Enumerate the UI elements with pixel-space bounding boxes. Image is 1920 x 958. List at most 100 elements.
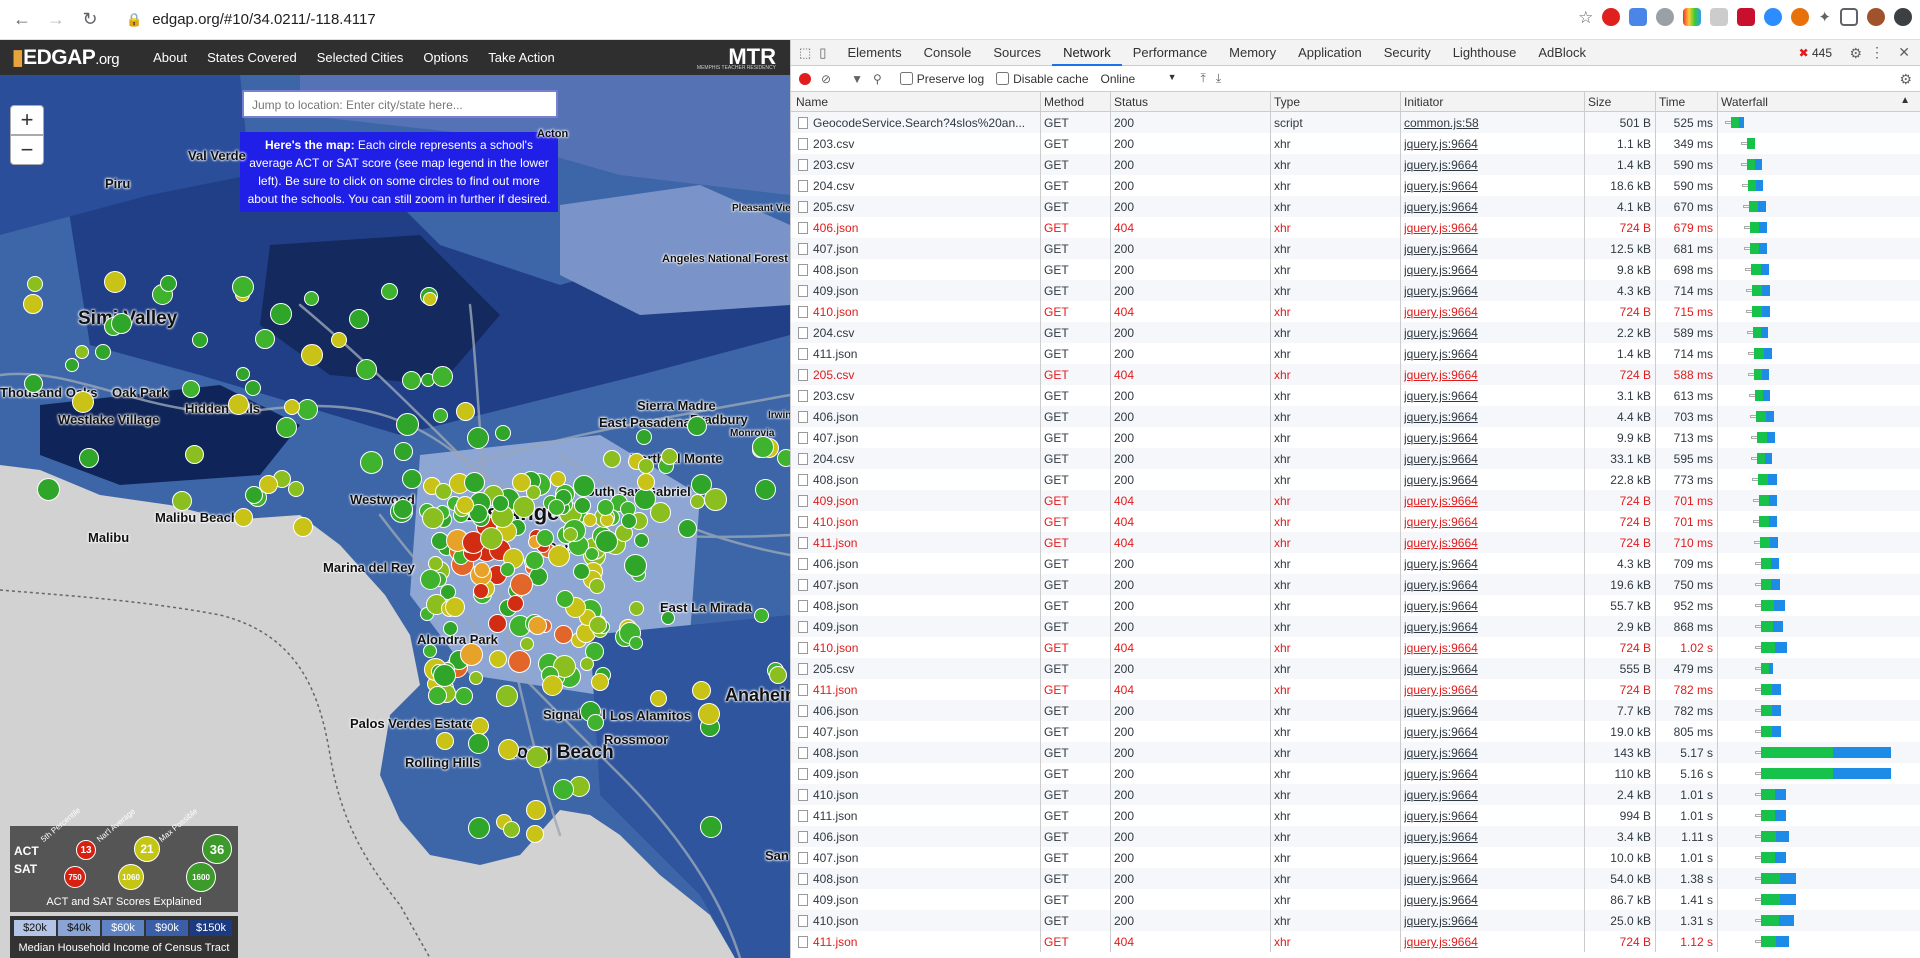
- table-row[interactable]: 406.json GET 200 xhr jquery.js:9664 3.4 kB 1.1…: [791, 826, 1920, 847]
- school-circle[interactable]: [488, 614, 507, 633]
- table-row[interactable]: 203.csv GET 200 xhr jquery.js:9664 1.4 kB 590 …: [791, 154, 1920, 175]
- column-divider[interactable]: [1717, 92, 1718, 112]
- school-circle[interactable]: [270, 303, 292, 325]
- cell-initiator[interactable]: jquery.js:9664: [1404, 704, 1580, 718]
- school-circle[interactable]: [704, 488, 727, 511]
- clear-icon[interactable]: ⊘: [821, 72, 831, 86]
- school-circle[interactable]: [234, 508, 253, 527]
- puzzle-icon[interactable]: ✦: [1818, 8, 1831, 28]
- school-circle[interactable]: [435, 483, 452, 500]
- menu-item-states-covered[interactable]: States Covered: [207, 50, 297, 65]
- table-row[interactable]: 411.json GET 404 xhr jquery.js:9664 724 B 782 …: [791, 679, 1920, 700]
- school-circle[interactable]: [548, 499, 565, 516]
- school-circle[interactable]: [360, 451, 383, 474]
- school-circle[interactable]: [492, 495, 509, 512]
- import-har-icon[interactable]: ⤒: [1201, 71, 1206, 86]
- cell-initiator[interactable]: jquery.js:9664: [1404, 221, 1580, 235]
- cell-initiator[interactable]: jquery.js:9664: [1404, 788, 1580, 802]
- school-circle[interactable]: [37, 478, 60, 501]
- cell-initiator[interactable]: jquery.js:9664: [1404, 242, 1580, 256]
- table-row[interactable]: 408.json GET 200 xhr jquery.js:9664 55.7 kB 95…: [791, 595, 1920, 616]
- reload-icon[interactable]: ↻: [78, 8, 102, 32]
- sort-ascending-icon[interactable]: ▲: [1900, 95, 1910, 106]
- school-circle[interactable]: [185, 445, 204, 464]
- search-icon[interactable]: ⚲: [873, 72, 882, 86]
- table-row[interactable]: 410.json GET 404 xhr jquery.js:9664 724 B 715 …: [791, 301, 1920, 322]
- school-circle[interactable]: [687, 416, 707, 436]
- table-row[interactable]: 409.json GET 200 xhr jquery.js:9664 86.7 kB 1.…: [791, 889, 1920, 910]
- school-circle[interactable]: [754, 608, 769, 623]
- menu-item-about[interactable]: About: [153, 50, 187, 65]
- cell-initiator[interactable]: jquery.js:9664: [1404, 851, 1580, 865]
- error-count[interactable]: ✖ 445: [1799, 46, 1832, 60]
- school-circle[interactable]: [624, 554, 647, 577]
- cell-initiator[interactable]: jquery.js:9664: [1404, 662, 1580, 676]
- cell-initiator[interactable]: jquery.js:9664: [1404, 536, 1580, 550]
- school-circle[interactable]: [467, 427, 489, 449]
- school-circle[interactable]: [550, 471, 566, 487]
- school-circle[interactable]: [507, 595, 524, 612]
- table-row[interactable]: 411.json GET 200 xhr jquery.js:9664 994 B 1.01…: [791, 805, 1920, 826]
- school-circle[interactable]: [456, 496, 474, 514]
- school-circle[interactable]: [394, 442, 413, 461]
- table-row[interactable]: 204.csv GET 200 xhr jquery.js:9664 2.2 kB 589 …: [791, 322, 1920, 343]
- school-circle[interactable]: [27, 276, 43, 292]
- menu-item-selected-cities[interactable]: Selected Cities: [317, 50, 404, 65]
- school-circle[interactable]: [297, 399, 318, 420]
- school-circle[interactable]: [433, 408, 448, 423]
- school-circle[interactable]: [520, 637, 534, 651]
- table-row[interactable]: 407.json GET 200 xhr jquery.js:9664 10.0 kB 1.…: [791, 847, 1920, 868]
- school-circle[interactable]: [423, 644, 437, 658]
- network-settings-icon[interactable]: ⚙: [1899, 71, 1912, 88]
- school-circle[interactable]: [526, 825, 544, 843]
- school-circle[interactable]: [111, 313, 132, 334]
- school-circle[interactable]: [591, 673, 609, 691]
- school-circle[interactable]: [650, 690, 667, 707]
- table-row[interactable]: 205.csv GET 200 xhr jquery.js:9664 555 B 479 m…: [791, 658, 1920, 679]
- table-row[interactable]: 205.csv GET 404 xhr jquery.js:9664 724 B 588 m…: [791, 364, 1920, 385]
- school-circle[interactable]: [160, 275, 177, 292]
- school-circle[interactable]: [422, 507, 444, 529]
- school-circle[interactable]: [526, 800, 546, 820]
- school-circle[interactable]: [293, 517, 313, 537]
- cell-initiator[interactable]: jquery.js:9664: [1404, 431, 1580, 445]
- legend-explained-link[interactable]: ACT and SAT Scores Explained: [10, 896, 238, 908]
- cell-initiator[interactable]: jquery.js:9664: [1404, 578, 1580, 592]
- cell-initiator[interactable]: jquery.js:9664: [1404, 494, 1580, 508]
- school-circle[interactable]: [690, 494, 705, 509]
- school-circle[interactable]: [331, 332, 347, 348]
- school-circle[interactable]: [589, 578, 605, 594]
- cell-initiator[interactable]: jquery.js:9664: [1404, 473, 1580, 487]
- column-header-initiator[interactable]: Initiator: [1404, 95, 1443, 109]
- school-circle[interactable]: [752, 436, 774, 458]
- school-circle[interactable]: [638, 458, 654, 474]
- school-circle[interactable]: [636, 429, 652, 445]
- table-row[interactable]: 410.json GET 200 xhr jquery.js:9664 2.4 kB 1.0…: [791, 784, 1920, 805]
- school-circle[interactable]: [104, 271, 126, 293]
- school-circle[interactable]: [288, 481, 304, 497]
- school-circle[interactable]: [182, 380, 200, 398]
- school-circle[interactable]: [455, 687, 473, 705]
- school-circle[interactable]: [456, 402, 475, 421]
- cell-initiator[interactable]: jquery.js:9664: [1404, 410, 1580, 424]
- rainbow-extension-icon[interactable]: [1683, 8, 1702, 26]
- school-circle[interactable]: [536, 529, 554, 547]
- school-circle[interactable]: [548, 545, 570, 567]
- export-har-icon[interactable]: ⤓: [1216, 71, 1221, 86]
- column-header-name[interactable]: Name: [796, 95, 828, 109]
- school-circle[interactable]: [304, 291, 319, 306]
- column-header-method[interactable]: Method: [1044, 95, 1084, 109]
- inspect-icon[interactable]: ⬚: [799, 45, 811, 61]
- location-search-input[interactable]: Jump to location: Enter city/state here.…: [242, 90, 558, 118]
- update-icon[interactable]: [1894, 8, 1912, 26]
- school-circle[interactable]: [678, 519, 697, 538]
- school-circle[interactable]: [629, 601, 644, 616]
- column-divider[interactable]: [1655, 92, 1656, 112]
- zoom-in-button[interactable]: +: [10, 105, 44, 135]
- cell-initiator[interactable]: jquery.js:9664: [1404, 872, 1580, 886]
- school-circle[interactable]: [402, 469, 422, 489]
- record-icon[interactable]: [799, 72, 811, 85]
- school-circle[interactable]: [563, 527, 578, 542]
- cell-initiator[interactable]: jquery.js:9664: [1404, 557, 1580, 571]
- school-circle[interactable]: [480, 527, 503, 550]
